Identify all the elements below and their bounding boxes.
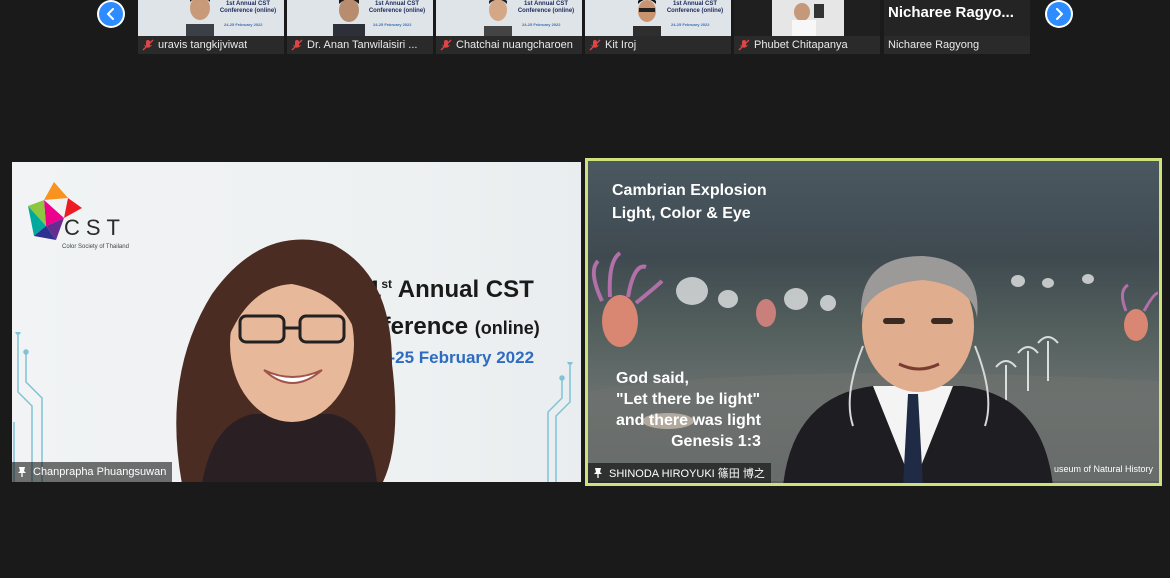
slide-date: 24-25 February 2022 — [224, 22, 263, 27]
participant-label: uravis tangkijviwat — [138, 36, 284, 54]
participant-name-tag: SHINODA HIROYUKI 篠田 博之 — [588, 463, 771, 483]
participant-label: Dr. Anan Tanwilaisiri ... — [287, 36, 433, 54]
participant-name: uravis tangkijviwat — [158, 39, 248, 51]
slide-date: 24-25 February 2022 — [522, 22, 561, 27]
cst-logo-subtitle: Color Society of Thailand — [62, 244, 129, 250]
video-tile-left[interactable]: CST Color Society of Thailand 1st Annual… — [12, 162, 581, 482]
muted-mic-icon — [738, 39, 750, 51]
participant-name: Phubet Chitapanya — [754, 39, 848, 51]
participant-display-name: Nicharee Ragyo... — [888, 4, 1014, 21]
participant-name: Kit Iroj — [605, 39, 637, 51]
slide-text: 1st Annual CST Conference (online) — [219, 1, 277, 14]
circuit-decoration — [13, 332, 43, 482]
previous-page-button[interactable] — [97, 0, 125, 28]
participant-name: Chatchai nuangcharoen — [456, 39, 573, 51]
slide-title: Cambrian Explosion Light, Color & Eye — [612, 182, 767, 222]
slide-date: 24-25 February 2022 — [373, 22, 412, 27]
speaker-video-left — [176, 239, 396, 482]
participant-thumbnail[interactable]: 1st Annual CST Conference (online) 24-25 … — [138, 0, 284, 54]
slide-credit: useum of Natural History — [1053, 464, 1153, 474]
participant-label: Phubet Chitapanya — [734, 36, 880, 54]
participant-name: Nicharee Ragyong — [888, 39, 980, 51]
muted-mic-icon — [291, 39, 303, 51]
slide-text: 1st Annual CST Conference (online) — [517, 1, 575, 14]
muted-mic-icon — [440, 39, 452, 51]
participant-thumbnail[interactable]: 1st Annual CST Conference (online) 24-25 … — [287, 0, 433, 54]
participant-label: Nicharee Ragyong — [884, 36, 1030, 54]
pin-icon — [18, 467, 26, 477]
participant-name: SHINODA HIROYUKI 篠田 博之 — [609, 468, 765, 480]
slide-text: 1st Annual CST Conference (online) — [368, 1, 426, 14]
chevron-left-icon — [99, 2, 123, 26]
participant-video: 1st Annual CST Conference (online) 24-25 … — [436, 0, 582, 36]
participant-thumbnail[interactable]: Nicharee Ragyo... Nicharee Ragyong — [884, 0, 1030, 54]
participant-thumbnail[interactable]: 1st Annual CST Conference (online) 24-25 … — [436, 0, 582, 54]
participant-video: 1st Annual CST Conference (online) 24-25 … — [138, 0, 284, 36]
next-page-button[interactable] — [1045, 0, 1073, 28]
participant-label: Kit Iroj — [585, 36, 731, 54]
speaker-video-right — [783, 256, 1053, 483]
circuit-decoration — [547, 362, 573, 482]
participant-thumbnail[interactable]: Phubet Chitapanya — [734, 0, 880, 54]
participant-label: Chatchai nuangcharoen — [436, 36, 582, 54]
chevron-right-icon — [1047, 2, 1071, 26]
slide-text: 1st Annual CST Conference (online) — [666, 1, 724, 14]
participant-name: Chanprapha Phuangsuwan — [33, 466, 167, 478]
participant-video: 1st Annual CST Conference (online) 24-25 … — [287, 0, 433, 36]
participant-photo — [772, 0, 844, 36]
slide-date: 24-25 February 2022 — [671, 22, 710, 27]
participant-video: 1st Annual CST Conference (online) 24-25 … — [585, 0, 731, 36]
participant-video — [734, 0, 880, 36]
participant-name-tag: Chanprapha Phuangsuwan — [12, 462, 173, 482]
muted-mic-icon — [142, 39, 154, 51]
muted-mic-icon — [589, 39, 601, 51]
meeting-gallery-view: 1st Annual CST Conference (online) 24-25 … — [0, 0, 1170, 578]
cst-logo-text: CST — [64, 215, 126, 240]
pin-icon — [594, 468, 602, 478]
participant-thumbnail[interactable]: 1st Annual CST Conference (online) 24-25 … — [585, 0, 731, 54]
slide-verse: God said, "Let there be light" and there… — [616, 370, 761, 450]
participant-name: Dr. Anan Tanwilaisiri ... — [307, 39, 418, 51]
video-tile-right-active-speaker[interactable]: Cambrian Explosion Light, Color & Eye Go… — [585, 158, 1162, 486]
